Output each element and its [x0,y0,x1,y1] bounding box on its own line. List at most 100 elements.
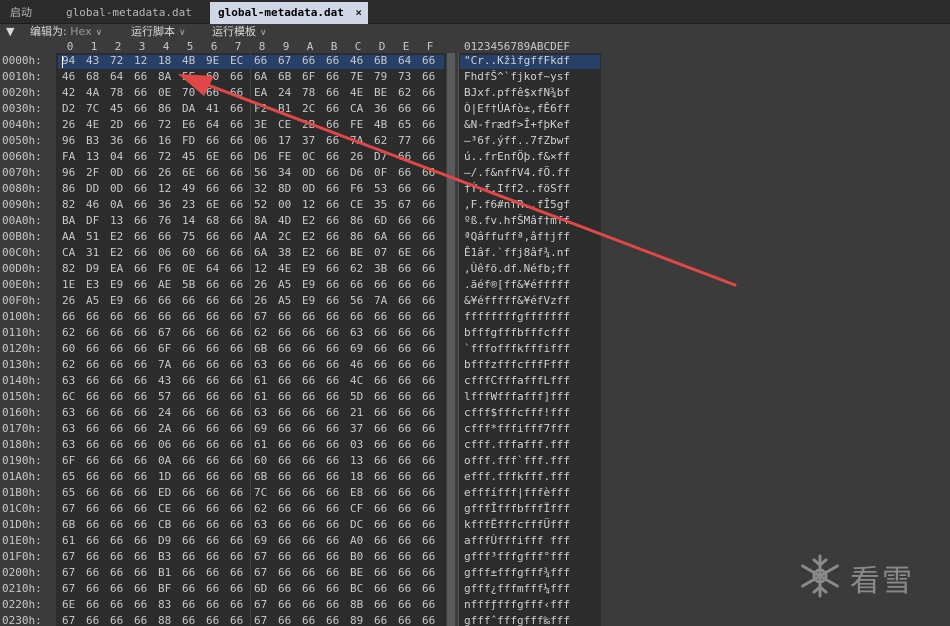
hex-byte[interactable]: 66 [230,85,248,101]
hex-byte[interactable]: 66 [134,261,152,277]
hex-byte[interactable]: 69 [254,421,272,437]
hex-byte[interactable]: 66 [206,277,224,293]
hex-byte[interactable]: 64 [206,261,224,277]
hex-byte[interactable]: 66 [398,469,416,485]
hex-byte[interactable]: 66 [110,581,128,597]
hex-byte[interactable]: 60 [182,245,200,261]
hex-byte[interactable]: 66 [134,437,152,453]
hex-byte[interactable]: 49 [182,181,200,197]
hex-byte[interactable]: 66 [374,453,392,469]
hex-byte[interactable]: 66 [206,293,224,309]
hex-byte[interactable]: 66 [326,389,344,405]
hex-byte[interactable]: 66 [110,373,128,389]
hex-byte[interactable]: 66 [134,565,152,581]
hex-byte[interactable]: 6E [62,597,80,613]
hex-byte[interactable]: 66 [158,309,176,325]
hex-byte[interactable]: 6F [62,453,80,469]
hex-byte[interactable]: 66 [422,117,440,133]
hex-byte[interactable]: 37 [350,421,368,437]
hex-byte[interactable]: 67 [158,325,176,341]
hex-byte[interactable]: E9 [302,293,320,309]
hex-byte[interactable]: 66 [422,85,440,101]
hex-byte[interactable]: 66 [374,405,392,421]
hex-byte[interactable]: 66 [374,597,392,613]
hex-byte[interactable]: 66 [230,389,248,405]
hex-byte[interactable]: AA [62,229,80,245]
hex-byte[interactable]: 26 [158,165,176,181]
hex-byte[interactable]: 00 [278,197,296,213]
hex-byte[interactable]: 66 [326,549,344,565]
hex-byte[interactable]: 66 [326,565,344,581]
hex-byte[interactable]: 66 [110,437,128,453]
hex-byte[interactable]: 62 [254,501,272,517]
hex-byte[interactable]: 04 [110,149,128,165]
hex-byte[interactable]: 65 [62,469,80,485]
hex-byte[interactable]: 12 [254,261,272,277]
hex-byte[interactable]: BE [374,85,392,101]
hex-byte[interactable]: 62 [62,325,80,341]
hex-byte[interactable]: 66 [422,453,440,469]
hex-byte[interactable]: 66 [422,581,440,597]
ascii-text[interactable]: .ãéf®[ff&¥éfffff [464,277,570,293]
hex-byte[interactable]: 4C [350,373,368,389]
ascii-text[interactable]: "Cr..KžìfgffFkdf [464,53,570,69]
hex-byte[interactable]: 0D [110,181,128,197]
hex-byte[interactable]: 12 [134,53,152,69]
hex-byte[interactable]: 66 [230,181,248,197]
hex-byte[interactable]: 66 [422,133,440,149]
hex-byte[interactable]: 61 [62,533,80,549]
hex-byte[interactable]: 8A [158,69,176,85]
ascii-text[interactable]: ªQâffuffª,âf†jff [464,229,570,245]
hex-byte[interactable]: 52 [254,197,272,213]
hex-byte[interactable]: 66 [374,277,392,293]
ascii-text[interactable]: gfffˆfffgfff‰fff [464,613,570,626]
hex-byte[interactable]: 66 [206,517,224,533]
hex-byte[interactable]: 66 [230,229,248,245]
hex-byte[interactable]: 66 [422,325,440,341]
hex-byte[interactable]: 66 [86,549,104,565]
hex-byte[interactable]: 66 [374,485,392,501]
hex-byte[interactable]: 06 [158,437,176,453]
hex-byte[interactable]: 65 [62,485,80,501]
hex-byte[interactable]: 66 [326,149,344,165]
hex-byte[interactable]: A5 [278,277,296,293]
hex-byte[interactable]: 66 [230,261,248,277]
hex-byte[interactable]: 66 [206,437,224,453]
hex-byte[interactable]: 66 [134,325,152,341]
hex-byte[interactable]: 66 [86,469,104,485]
hex-byte[interactable]: 66 [422,421,440,437]
hex-byte[interactable]: 4B [374,117,392,133]
hex-byte[interactable]: 64 [398,53,416,69]
hex-byte[interactable]: 66 [110,485,128,501]
hex-byte[interactable]: 66 [110,597,128,613]
hex-byte[interactable]: 66 [302,389,320,405]
hex-byte[interactable]: 67 [62,613,80,626]
hex-byte[interactable]: 6E [182,165,200,181]
hex-byte[interactable]: 66 [182,341,200,357]
hex-byte[interactable]: 63 [254,405,272,421]
hex-byte[interactable]: DD [86,181,104,197]
hex-byte[interactable]: D9 [158,533,176,549]
ascii-text[interactable]: BJxf.pffê$xfN¾bf [464,85,570,101]
hex-byte[interactable]: 66 [134,469,152,485]
hex-byte[interactable]: 67 [62,501,80,517]
hex-byte[interactable]: 66 [110,421,128,437]
hex-byte[interactable]: 66 [278,533,296,549]
hex-byte[interactable]: 66 [398,453,416,469]
hex-byte[interactable]: 66 [326,309,344,325]
hex-byte[interactable]: 66 [110,549,128,565]
hex-byte[interactable]: 66 [110,309,128,325]
hex-byte[interactable]: 66 [230,501,248,517]
hex-byte[interactable]: 66 [206,309,224,325]
hex-byte[interactable]: 66 [302,581,320,597]
tab-start[interactable]: 启动 [4,2,38,24]
ascii-text[interactable]: offf.fff`fff.fff [464,453,570,469]
hex-byte[interactable]: 66 [326,437,344,453]
hex-byte[interactable]: 66 [326,533,344,549]
hex-byte[interactable]: 66 [302,501,320,517]
hex-byte[interactable]: DF [86,213,104,229]
hex-byte[interactable]: 45 [110,101,128,117]
hex-byte[interactable]: 66 [62,309,80,325]
hex-byte[interactable]: 62 [350,261,368,277]
hex-byte[interactable]: 66 [302,453,320,469]
